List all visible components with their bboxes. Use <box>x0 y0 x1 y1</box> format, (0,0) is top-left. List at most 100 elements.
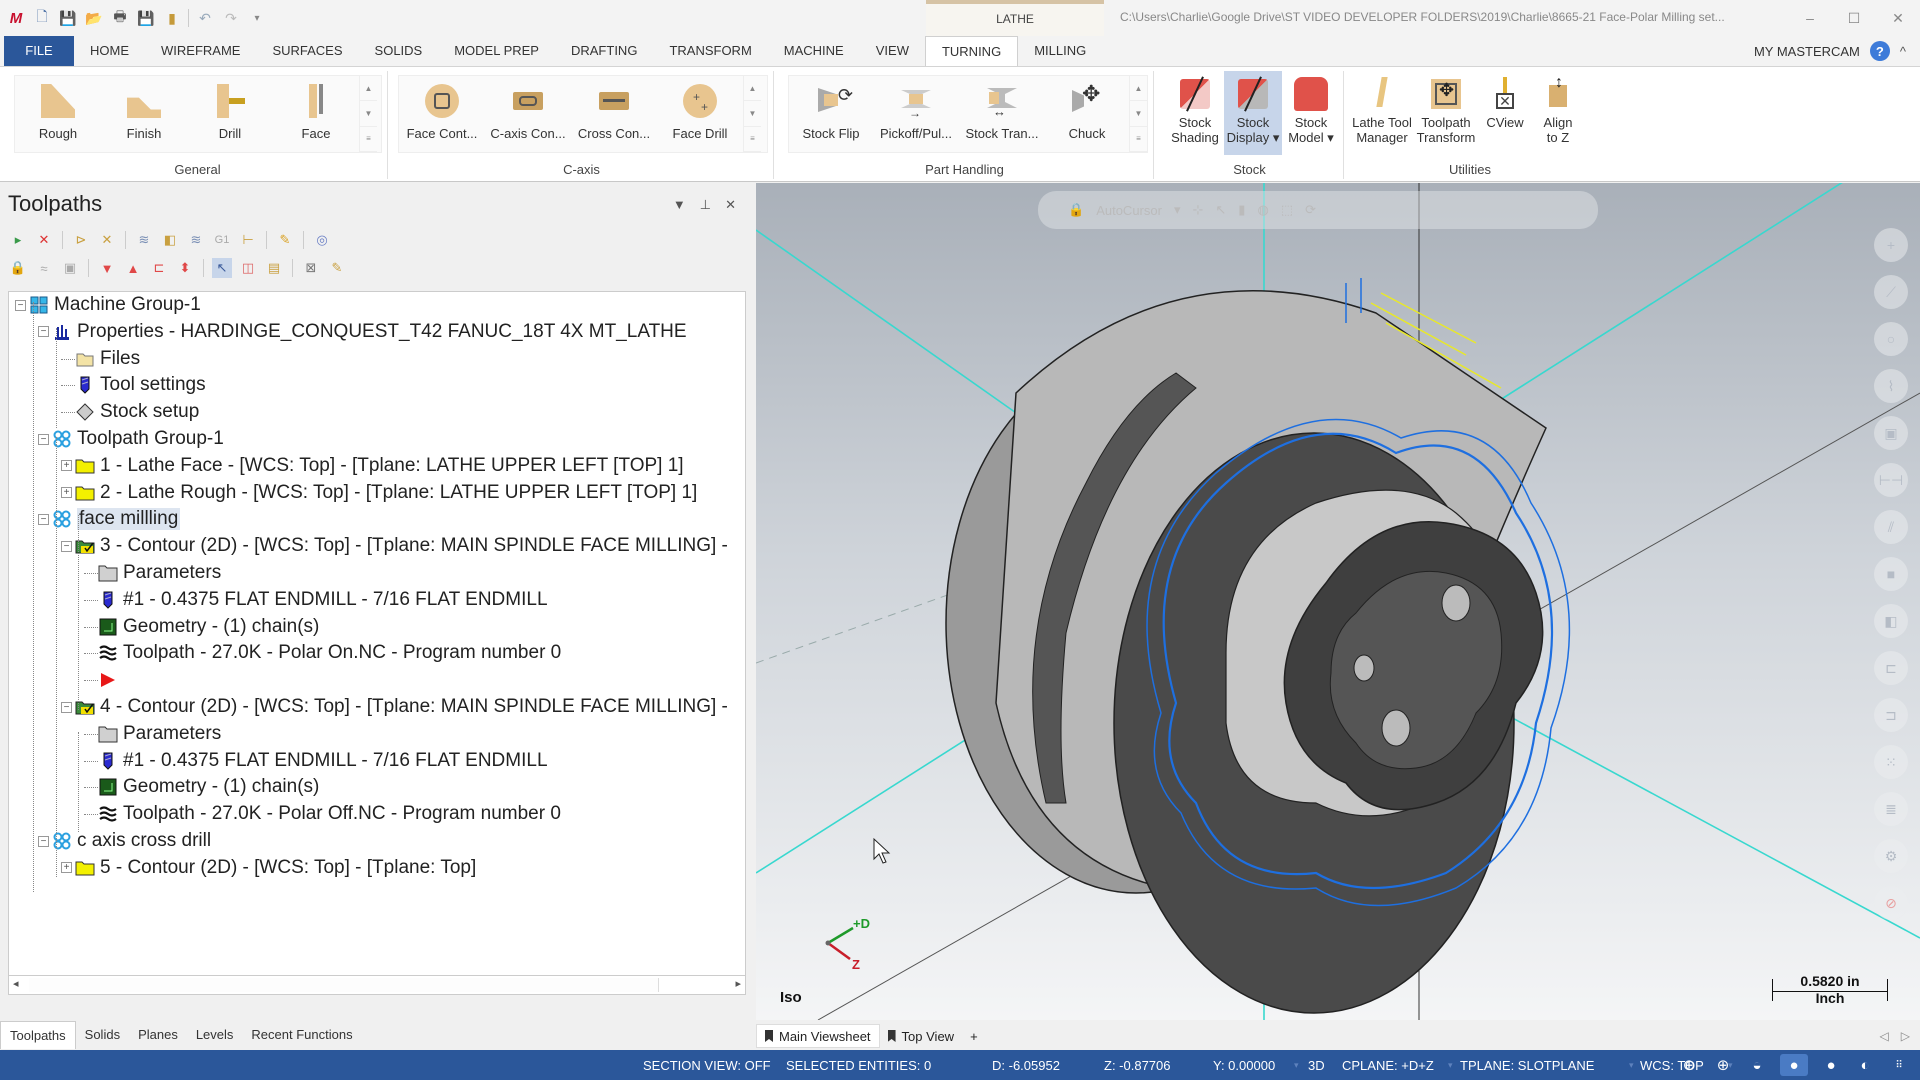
scroll-right-arrow[interactable]: ▸ <box>735 977 741 990</box>
customize-qat-icon[interactable]: ▾ <box>247 8 267 28</box>
rough-button[interactable]: Rough <box>15 76 101 152</box>
collapse-node-icon[interactable]: − <box>61 701 72 713</box>
window-select-icon[interactable]: ⬚ <box>1281 202 1293 218</box>
panel-tab-toolpaths[interactable]: Toolpaths <box>0 1021 76 1049</box>
wireframe-display-icon[interactable]: ⊕ <box>1678 1054 1700 1076</box>
tree-node[interactable]: − 4 - Contour (2D) - [WCS: Top] - [Tplane… <box>61 694 728 720</box>
select-icon[interactable]: ↖ <box>1215 202 1226 218</box>
caxis-gallery-scroll[interactable]: ▲ ▼ ≡ <box>743 76 761 152</box>
collapse-ribbon-icon[interactable]: ^ <box>1900 44 1906 59</box>
open-icon[interactable]: 📂 <box>84 8 104 28</box>
tree-node[interactable]: Parameters <box>84 721 221 747</box>
move-down-icon[interactable]: ▼ <box>97 258 117 278</box>
quick-mask-dimensions-icon[interactable]: ⊢⊣ <box>1874 463 1908 497</box>
help-circle-icon[interactable]: ◎ <box>312 230 332 250</box>
quick-mask-groups-icon[interactable]: ◧ <box>1874 604 1908 638</box>
quick-mask-settings-icon[interactable]: ⚙ <box>1874 839 1908 873</box>
tab-view[interactable]: VIEW <box>860 36 925 66</box>
collapse-node-icon[interactable]: − <box>15 299 26 311</box>
tree-node[interactable]: Stock setup <box>61 399 199 425</box>
quick-mask-splines-icon[interactable]: ⌇ <box>1874 369 1908 403</box>
section-view-status[interactable]: SECTION VIEW: OFF <box>643 1058 771 1073</box>
filter-icon[interactable]: ▮ <box>1238 202 1245 218</box>
cross-contour-button[interactable]: Cross Con... <box>571 76 657 152</box>
quick-mask-levels-icon[interactable]: ⊐ <box>1874 698 1908 732</box>
autocursor-dropdown[interactable]: AutoCursor <box>1096 203 1162 218</box>
tab-model-prep[interactable]: MODEL PREP <box>438 36 555 66</box>
close-window-button[interactable]: ✕ <box>1876 0 1920 36</box>
cview-button[interactable]: ✕ CView <box>1478 71 1532 155</box>
select-all-operations-icon[interactable]: ▸ <box>8 230 28 250</box>
scroll-to-insert-icon[interactable]: ⬍ <box>175 258 195 278</box>
stock-display-button[interactable]: Stock Display ▾ <box>1224 71 1282 155</box>
select-pointer-icon[interactable]: ↖ <box>212 258 232 278</box>
collapse-node-icon[interactable]: − <box>38 513 49 525</box>
pin-icon[interactable]: ⊥ <box>700 197 711 213</box>
tab-milling[interactable]: MILLING <box>1018 36 1102 66</box>
tree-node[interactable]: Parameters <box>84 560 221 586</box>
lock-selection-icon[interactable]: 🔒 <box>1068 202 1084 218</box>
tab-transform[interactable]: TRANSFORM <box>653 36 767 66</box>
face-button[interactable]: Face <box>273 76 359 152</box>
tab-file[interactable]: FILE <box>4 36 74 66</box>
tab-machine[interactable]: MACHINE <box>768 36 860 66</box>
caxis-contour-button[interactable]: C-axis Con... <box>485 76 571 152</box>
quick-mask-solids-icon[interactable]: ■ <box>1874 557 1908 591</box>
tplane-dropdown-icon[interactable]: ▾ <box>1629 1060 1634 1071</box>
panel-tab-solids[interactable]: Solids <box>76 1021 129 1049</box>
simulate-icon[interactable]: ≋ <box>186 230 206 250</box>
panel-tab-levels[interactable]: Levels <box>187 1021 243 1049</box>
hidden-line-display-icon[interactable]: ⊕ <box>1712 1054 1734 1076</box>
panel-tab-planes[interactable]: Planes <box>129 1021 187 1049</box>
tree-node[interactable]: Toolpath - 27.0K - Polar Off.NC - Progra… <box>84 801 561 827</box>
verify-icon[interactable]: ◧ <box>160 230 180 250</box>
insert-after-icon[interactable]: ⊏ <box>149 258 169 278</box>
quick-mask-points-icon[interactable]: + <box>1874 228 1908 262</box>
post-gcode-icon[interactable]: G1 <box>212 230 232 250</box>
toggle-display-icon[interactable]: ≈ <box>34 258 54 278</box>
tree-node[interactable]: − Toolpath Group-1 <box>38 426 224 452</box>
hidden-removed-display-icon[interactable]: ◒ <box>1746 1054 1768 1076</box>
scroll-left-arrow[interactable]: ◂ <box>13 977 19 990</box>
face-drill-button[interactable]: + + Face Drill <box>657 76 743 152</box>
quick-mask-layers-icon[interactable]: ≣ <box>1874 792 1908 826</box>
options-icon[interactable]: ✎ <box>327 258 347 278</box>
quick-mask-arcs-icon[interactable]: ○ <box>1874 322 1908 356</box>
maximize-button[interactable]: ☐ <box>1832 0 1876 36</box>
help-icon[interactable]: ? <box>1869 41 1890 61</box>
expand-node-icon[interactable]: + <box>61 862 72 874</box>
viewsheet-next-icon[interactable]: ▷ <box>1901 1029 1910 1043</box>
tree-node[interactable]: Files <box>61 346 140 372</box>
chain-select-icon[interactable]: ⟳ <box>1305 202 1316 218</box>
tab-turning[interactable]: TURNING <box>924 36 1019 66</box>
my-mastercam-link[interactable]: MY MASTERCAM <box>1754 44 1860 59</box>
shaded-display-icon[interactable]: ● <box>1780 1054 1808 1076</box>
tree-horizontal-scrollbar[interactable]: ◂ ▸ <box>8 975 746 995</box>
save-as-icon[interactable]: 💾 <box>136 8 156 28</box>
minimize-button[interactable]: – <box>1788 0 1832 36</box>
undo-icon[interactable]: ↶ <box>195 8 215 28</box>
tab-solids[interactable]: SOLIDS <box>359 36 439 66</box>
quick-mask-color-icon[interactable]: ⁙ <box>1874 745 1908 779</box>
cplane-dropdown-icon[interactable]: ▾ <box>1448 1060 1453 1071</box>
tree-node[interactable]: − face millling <box>38 506 181 532</box>
collapse-node-icon[interactable]: − <box>61 540 72 552</box>
regenerate-selected-icon[interactable]: ⊳ <box>71 230 91 250</box>
graphics-viewport[interactable]: +D Z 🔒 AutoCursor ▾ ⊹ ↖ ▮ ◍ ⬚ ⟳ + ⟋ ○ ⌇ … <box>756 183 1920 1020</box>
toolpath-transform-button[interactable]: ✥ Toolpath Transform <box>1414 71 1478 155</box>
general-gallery-scroll[interactable]: ▲ ▼ ≡ <box>359 76 377 152</box>
save-icon[interactable]: 💾 <box>58 8 78 28</box>
tree-node[interactable]: #1 - 0.4375 FLAT ENDMILL - 7/16 FLAT END… <box>84 587 548 613</box>
collapse-node-icon[interactable]: − <box>38 433 49 445</box>
display-options-icon[interactable]: ▤ <box>264 258 284 278</box>
quick-mask-hatch-icon[interactable]: ⫽ <box>1874 510 1908 544</box>
new-file-icon[interactable]: 🗋 <box>32 8 52 28</box>
panel-tab-recent-functions[interactable]: Recent Functions <box>242 1021 361 1049</box>
tree-node[interactable]: − Machine Group-1 <box>15 292 201 318</box>
resize-grip-icon[interactable]: ⠿ <box>1888 1054 1910 1076</box>
finish-button[interactable]: Finish <box>101 76 187 152</box>
stock-transfer-button[interactable]: ↔ Stock Tran... <box>959 76 1045 152</box>
viewsheet-prev-icon[interactable]: ◁ <box>1880 1029 1889 1043</box>
highfeed-icon[interactable]: ⊢ <box>238 230 258 250</box>
stock-shading-button[interactable]: Stock Shading <box>1166 71 1224 155</box>
